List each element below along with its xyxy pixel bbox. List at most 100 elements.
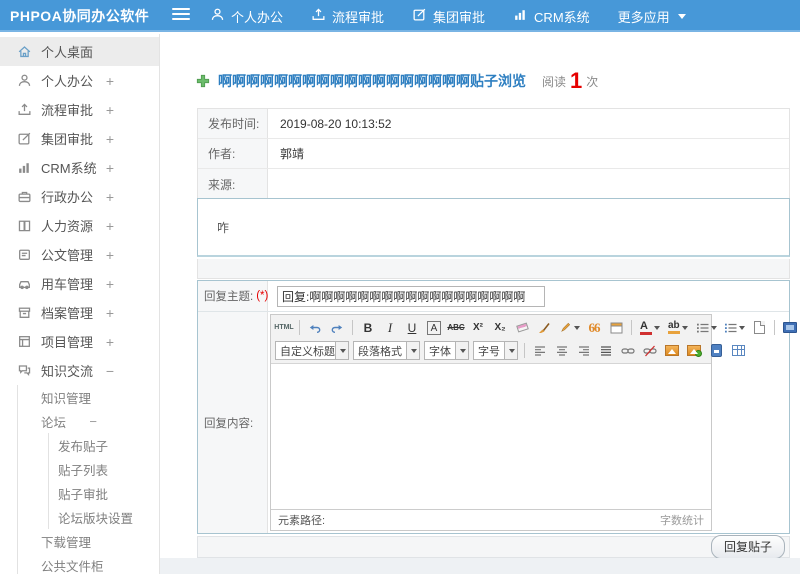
user-icon bbox=[18, 74, 31, 86]
insert-media-icon[interactable] bbox=[706, 341, 726, 361]
source-code-button[interactable]: HTML bbox=[274, 318, 294, 338]
font-color-dropdown[interactable]: A bbox=[637, 318, 663, 338]
nav-label: 个人办公 bbox=[231, 9, 284, 25]
expand-icon[interactable]: + bbox=[106, 73, 114, 89]
sidebar-item-archive-management[interactable]: 档案管理 + bbox=[0, 298, 159, 327]
expand-icon[interactable]: + bbox=[106, 247, 114, 263]
chevron-down-icon bbox=[682, 325, 688, 330]
nav-workflow-approval[interactable]: 流程审批 bbox=[311, 7, 384, 26]
blockquote-button[interactable]: 66 bbox=[584, 318, 604, 338]
expand-icon[interactable]: + bbox=[106, 189, 114, 205]
element-path-label: 元素路径: bbox=[278, 514, 326, 527]
italic-button[interactable]: I bbox=[380, 318, 400, 338]
sidebar-item-download-management[interactable]: 下载管理 bbox=[18, 529, 159, 553]
chevron-down-icon bbox=[654, 325, 660, 330]
nav-crm-system[interactable]: CRM系统 bbox=[513, 7, 590, 26]
font-name-button[interactable]: A bbox=[424, 318, 444, 338]
nav-label: 更多应用 bbox=[617, 9, 670, 25]
redo-icon[interactable] bbox=[327, 318, 347, 338]
chat-icon bbox=[18, 365, 31, 377]
underline-button[interactable]: U bbox=[402, 318, 422, 338]
remove-format-eraser-icon[interactable] bbox=[512, 318, 532, 338]
sidebar-item-label: 行政办公 bbox=[41, 190, 94, 205]
sidebar-item-label: 公共文件柜 bbox=[41, 559, 104, 574]
top-header-bar: PHPOA协同办公软件 个人办公 流程审批 集团审批 CRM系统 更多应用 bbox=[0, 0, 800, 32]
align-right-icon[interactable] bbox=[574, 341, 594, 361]
sidebar-item-label: 论坛 bbox=[41, 415, 67, 430]
sidebar-item-project-management[interactable]: 项目管理 + bbox=[0, 327, 159, 356]
reply-content-label-cell: 回复内容: bbox=[198, 312, 268, 533]
sidebar-item-publish-post[interactable]: 发布贴子 bbox=[49, 433, 159, 457]
expand-icon[interactable]: + bbox=[106, 276, 114, 292]
sidebar-item-document-management[interactable]: 公文管理 + bbox=[0, 240, 159, 269]
sidebar-item-knowledge-exchange[interactable]: 知识交流 − bbox=[0, 356, 159, 385]
post-info-table: 发布时间: 2019-08-20 10:13:52 作者: 郭靖 来源: bbox=[197, 108, 790, 200]
paragraph-format-select[interactable]: 段落格式 bbox=[353, 341, 420, 360]
sidebar-item-label: 档案管理 bbox=[41, 306, 94, 321]
collapse-icon[interactable]: − bbox=[106, 363, 114, 379]
subscript-button[interactable]: X₂ bbox=[490, 318, 510, 338]
page-title-row: 啊啊啊啊啊啊啊啊啊啊啊啊啊啊啊啊啊啊贴子浏览 阅读 1 次 bbox=[196, 70, 598, 92]
chevron-down-icon bbox=[455, 342, 468, 359]
nav-personal-office[interactable]: 个人办公 bbox=[210, 7, 283, 26]
word-count-label[interactable]: 字数统计 bbox=[660, 512, 704, 528]
strikethrough-button[interactable]: ABC bbox=[446, 318, 466, 338]
format-brush-icon[interactable] bbox=[534, 318, 554, 338]
font-size-select[interactable]: 字号 bbox=[473, 341, 518, 360]
read-label: 阅读 bbox=[542, 74, 567, 89]
align-center-icon[interactable] bbox=[552, 341, 572, 361]
sidebar-item-forum-section-settings[interactable]: 论坛版块设置 bbox=[49, 505, 159, 529]
font-family-select[interactable]: 字体 bbox=[424, 341, 469, 360]
pencil-color-dropdown[interactable] bbox=[556, 318, 582, 338]
insert-table-icon[interactable] bbox=[728, 341, 748, 361]
sidebar-item-admin-office[interactable]: 行政办公 + bbox=[0, 182, 159, 211]
expand-icon[interactable]: + bbox=[106, 218, 114, 234]
insert-date-icon[interactable] bbox=[606, 318, 626, 338]
unordered-list-dropdown[interactable] bbox=[721, 318, 747, 338]
new-page-icon[interactable] bbox=[749, 318, 769, 338]
editor-content-area[interactable] bbox=[271, 364, 711, 509]
reply-post-button[interactable]: 回复贴子 bbox=[710, 535, 785, 559]
sidebar-item-forum[interactable]: 论坛 − bbox=[18, 409, 159, 433]
sidebar-item-post-list[interactable]: 贴子列表 bbox=[49, 457, 159, 481]
sidebar-item-label: 发布贴子 bbox=[58, 439, 109, 454]
remove-link-icon[interactable] bbox=[640, 341, 660, 361]
superscript-button[interactable]: X² bbox=[468, 318, 488, 338]
expand-icon[interactable]: + bbox=[106, 305, 114, 321]
sidebar-item-vehicle-management[interactable]: 用车管理 + bbox=[0, 269, 159, 298]
expand-icon[interactable]: + bbox=[106, 160, 114, 176]
nav-group-approval[interactable]: 集团审批 bbox=[412, 7, 485, 26]
highlight-color-dropdown[interactable]: ab bbox=[665, 318, 691, 338]
network-image-icon[interactable] bbox=[684, 341, 704, 361]
sidebar-item-personal-office[interactable]: 个人办公 + bbox=[0, 66, 159, 95]
sidebar-item-knowledge-management[interactable]: 知识管理 bbox=[18, 385, 159, 409]
sidebar-item-group-approval[interactable]: 集团审批 + bbox=[0, 124, 159, 153]
ordered-list-dropdown[interactable] bbox=[693, 318, 719, 338]
sidebar-item-workflow-approval[interactable]: 流程审批 + bbox=[0, 95, 159, 124]
fullscreen-icon[interactable] bbox=[780, 318, 800, 338]
sidebar-item-post-approval[interactable]: 贴子审批 bbox=[49, 481, 159, 505]
sidebar-item-crm-system[interactable]: CRM系统 + bbox=[0, 153, 159, 182]
main-content: 啊啊啊啊啊啊啊啊啊啊啊啊啊啊啊啊啊啊贴子浏览 阅读 1 次 发布时间: 2019… bbox=[160, 34, 800, 574]
hamburger-menu-icon[interactable] bbox=[172, 8, 190, 24]
knowledge-submenu: 知识管理 论坛 − 发布贴子 贴子列表 贴子审批 论坛版块设置 下载管理 公共文… bbox=[17, 385, 159, 574]
undo-icon[interactable] bbox=[305, 318, 325, 338]
expand-icon[interactable]: + bbox=[106, 131, 114, 147]
bar-chart-icon bbox=[19, 163, 29, 173]
custom-heading-select[interactable]: 自定义标题 bbox=[275, 341, 349, 360]
insert-link-icon[interactable] bbox=[618, 341, 638, 361]
sidebar-item-personal-desktop[interactable]: 个人桌面 bbox=[0, 37, 159, 66]
sidebar-item-human-resources[interactable]: 人力资源 + bbox=[0, 211, 159, 240]
expand-icon[interactable]: + bbox=[106, 334, 114, 350]
align-justify-icon[interactable] bbox=[596, 341, 616, 361]
sidebar-item-label: 知识管理 bbox=[41, 391, 92, 406]
expand-icon[interactable]: + bbox=[106, 102, 114, 118]
reply-subject-input[interactable] bbox=[277, 285, 545, 307]
nav-more-apps[interactable]: 更多应用 bbox=[618, 7, 686, 26]
align-left-icon[interactable] bbox=[530, 341, 550, 361]
insert-image-icon[interactable] bbox=[662, 341, 682, 361]
sidebar-item-public-file-cabinet[interactable]: 公共文件柜 bbox=[18, 553, 159, 574]
collapse-icon[interactable]: − bbox=[89, 414, 97, 429]
nav-label: 流程审批 bbox=[332, 9, 385, 25]
bold-button[interactable]: B bbox=[358, 318, 378, 338]
